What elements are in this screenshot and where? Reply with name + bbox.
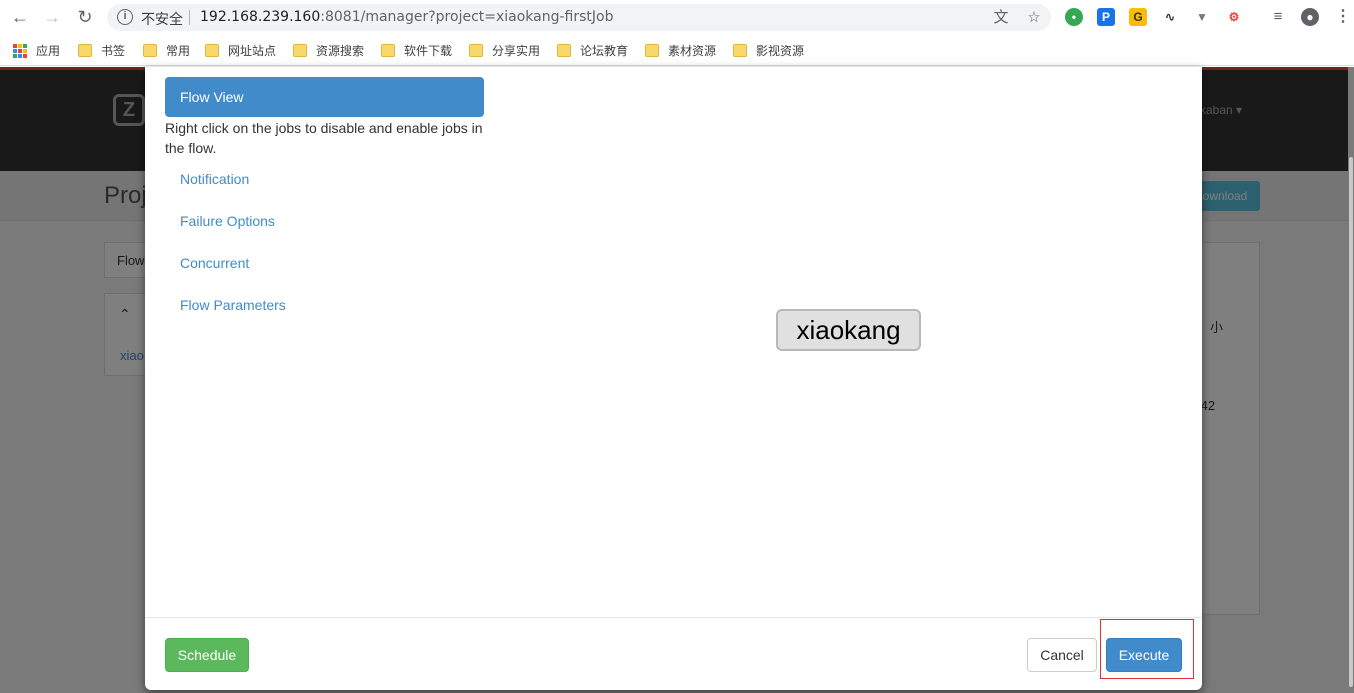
profile-avatar-icon[interactable]: ● bbox=[1301, 8, 1319, 26]
menu-kebab-icon[interactable]: ⋮ bbox=[1334, 8, 1352, 26]
page-scrollbar[interactable] bbox=[1348, 67, 1354, 693]
nav-failure-options[interactable]: Failure Options bbox=[165, 200, 484, 242]
folder-icon bbox=[78, 44, 92, 57]
scrollbar-thumb[interactable] bbox=[1349, 157, 1353, 687]
bookmark-star-icon[interactable]: ☆ bbox=[1025, 9, 1043, 27]
folder-icon bbox=[469, 44, 483, 57]
address-bar[interactable]: i 不安全 192.168.239.160:8081/manager?proje… bbox=[107, 4, 1051, 31]
modal-side-nav: Flow View Right click on the jobs to dis… bbox=[165, 77, 484, 326]
folder-icon bbox=[293, 44, 307, 57]
nav-flow-parameters[interactable]: Flow Parameters bbox=[165, 284, 484, 326]
nav-notification[interactable]: Notification bbox=[165, 158, 484, 200]
extension-p-icon[interactable]: P bbox=[1097, 8, 1115, 26]
folder-icon bbox=[205, 44, 219, 57]
bookmark-label: 常用 bbox=[166, 44, 191, 58]
bookmark-folder[interactable]: 影视资源 bbox=[733, 42, 804, 59]
folder-icon bbox=[143, 44, 157, 57]
bookmark-label: 软件下载 bbox=[404, 44, 453, 58]
schedule-button[interactable]: Schedule bbox=[165, 638, 249, 672]
bookmark-label: 网址站点 bbox=[228, 44, 277, 58]
bookmark-folder[interactable]: 网址站点 bbox=[205, 42, 276, 59]
execute-flow-modal: Flow View Right click on the jobs to dis… bbox=[145, 67, 1202, 690]
folder-icon bbox=[381, 44, 395, 57]
media-control-icon[interactable]: ≡ bbox=[1269, 8, 1287, 26]
apps-grid-icon bbox=[13, 43, 27, 58]
extension-en-icon[interactable]: ∿ bbox=[1161, 8, 1179, 26]
url-text[interactable]: 192.168.239.160:8081/manager?project=xia… bbox=[200, 9, 614, 25]
bookmark-label: 资源搜索 bbox=[316, 44, 365, 58]
bookmark-label: 影视资源 bbox=[756, 44, 805, 58]
bookmark-label: 书签 bbox=[101, 44, 126, 58]
forward-arrow-icon[interactable]: → bbox=[40, 5, 64, 29]
extension-green-icon[interactable]: • bbox=[1065, 8, 1083, 26]
reload-icon[interactable]: ↻ bbox=[73, 5, 97, 29]
extension-v-icon[interactable]: ▼ bbox=[1193, 8, 1211, 26]
info-icon[interactable]: i bbox=[117, 9, 133, 25]
folder-icon bbox=[645, 44, 659, 57]
browser-toolbar: ← → ↻ i 不安全 192.168.239.160:8081/manager… bbox=[0, 0, 1354, 34]
back-arrow-icon[interactable]: ← bbox=[8, 5, 32, 29]
insecure-label: 不安全 bbox=[141, 12, 183, 28]
bookmark-label: 素材资源 bbox=[668, 44, 717, 58]
job-node[interactable]: xiaokang bbox=[776, 309, 921, 351]
bookmarks-bar: 应用 书签 常用 网址站点 资源搜索 软件下载 分享实用 论坛教育 素材资源 影… bbox=[0, 34, 1354, 66]
bookmark-folder[interactable]: 素材资源 bbox=[645, 42, 716, 59]
folder-icon bbox=[557, 44, 571, 57]
bookmark-folder[interactable]: 分享实用 bbox=[469, 42, 540, 59]
bookmark-folder[interactable]: 论坛教育 bbox=[557, 42, 628, 59]
bookmark-folder[interactable]: 书签 bbox=[78, 42, 125, 59]
bookmark-label: 论坛教育 bbox=[580, 44, 629, 58]
nav-concurrent[interactable]: Concurrent bbox=[165, 242, 484, 284]
bookmark-folder[interactable]: 资源搜索 bbox=[293, 42, 364, 59]
execute-highlight-box bbox=[1100, 619, 1194, 679]
bookmark-apps[interactable]: 应用 bbox=[13, 42, 60, 59]
bookmark-label: 分享实用 bbox=[492, 44, 541, 58]
extension-g-icon[interactable]: G bbox=[1129, 8, 1147, 26]
modal-footer: Schedule Cancel Execute bbox=[145, 617, 1202, 690]
omnibox-divider bbox=[189, 10, 190, 25]
url-host: 192.168.239.160 bbox=[200, 9, 321, 25]
bookmark-label: 应用 bbox=[36, 44, 61, 58]
flow-view-hint: Right click on the jobs to disable and e… bbox=[165, 120, 483, 156]
folder-icon bbox=[733, 44, 747, 57]
bookmark-folder[interactable]: 软件下载 bbox=[381, 42, 452, 59]
nav-flow-view[interactable]: Flow View bbox=[165, 77, 484, 117]
url-rest: :8081/manager?project=xiaokang-firstJob bbox=[320, 9, 614, 25]
translate-icon[interactable]: 文 bbox=[992, 9, 1010, 27]
extension-share-icon[interactable]: ⚙ bbox=[1225, 8, 1243, 26]
bookmark-folder[interactable]: 常用 bbox=[143, 42, 190, 59]
flow-graph-canvas[interactable]: xiaokang bbox=[490, 77, 1190, 607]
cancel-button[interactable]: Cancel bbox=[1027, 638, 1097, 672]
